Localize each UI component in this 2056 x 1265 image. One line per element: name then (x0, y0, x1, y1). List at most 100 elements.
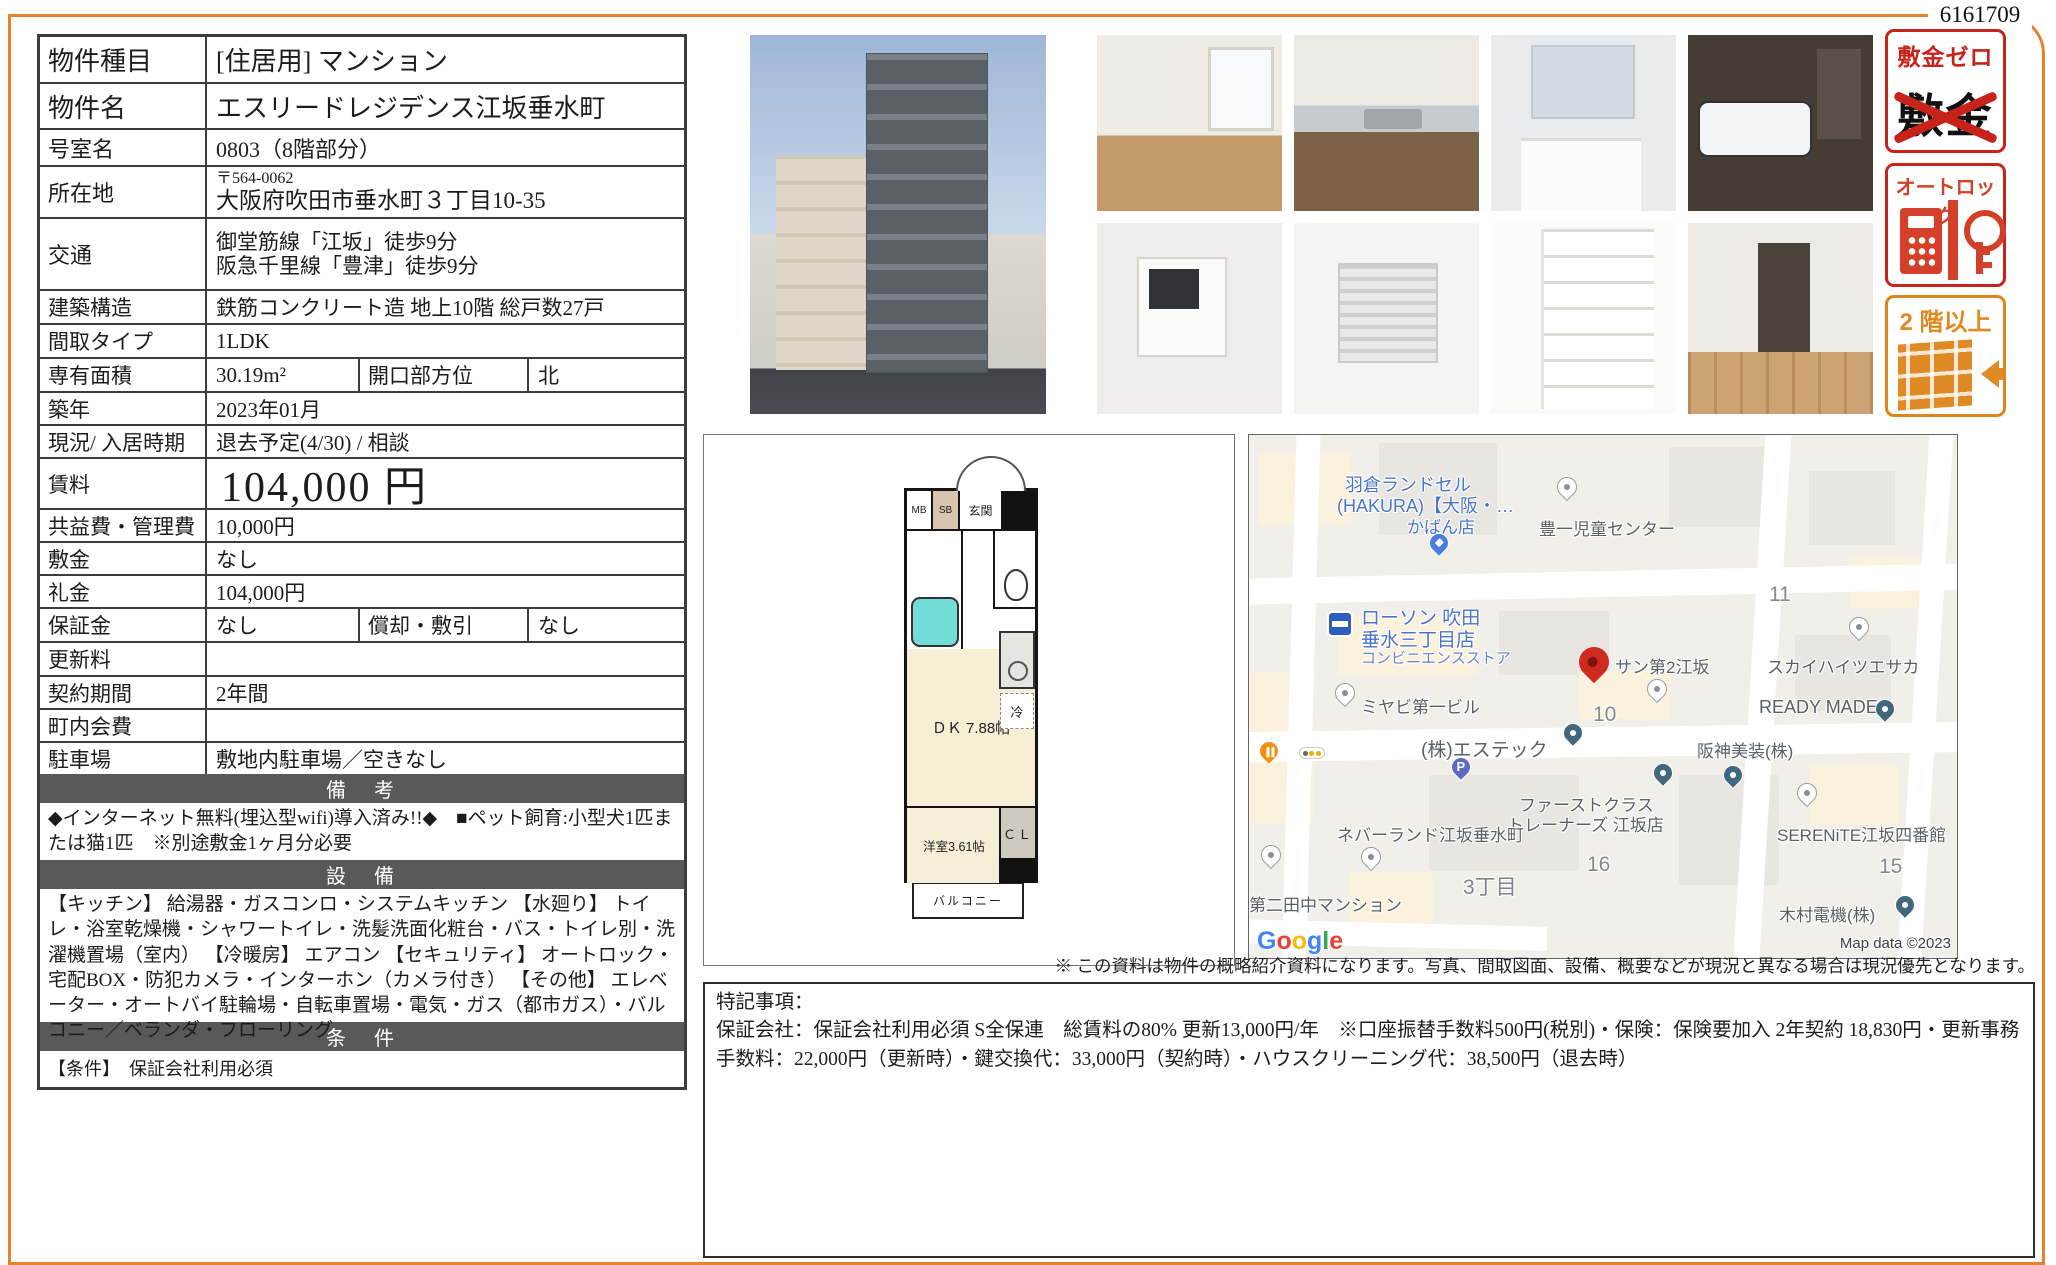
window (1208, 47, 1274, 131)
badge-second-floor-up: 2 階以上 (1885, 295, 2006, 417)
photo-kitchen (1294, 35, 1479, 211)
row-label: 現況/ 入居時期 (40, 426, 207, 457)
table-row: 契約期間 2年間 (40, 675, 684, 708)
badge-no-deposit-title: 敷金ゼロ (1888, 38, 2003, 72)
remarks-text: ◆インターネット無料(埋込型wifi)導入済み!!◆ ■ペット飼育:小型犬1匹ま… (40, 803, 684, 860)
row-value (207, 643, 684, 675)
conditions-text: 【条件】 保証会社利用必須 (40, 1051, 684, 1087)
row-value: 鉄筋コンクリート造 地上10階 総戸数27戸 (207, 291, 684, 323)
map-pin-lawson-icon (1327, 611, 1353, 637)
map-pin-icon (1553, 473, 1581, 501)
key-tooth (1983, 262, 1992, 268)
map-pin-icon (1357, 843, 1385, 871)
address: 大阪府吹田市垂水町３丁目10-35 (216, 188, 546, 214)
row-label: 更新料 (40, 643, 207, 675)
photo-intercom (1097, 223, 1282, 414)
equipment-text: 【キッチン】 給湯器・ガスコンロ・システムキッチン 【水廻り】 トイレ・浴室乾燥… (40, 889, 684, 1022)
row-label: 保証金 (40, 609, 207, 641)
entrance-door-arc (956, 456, 1026, 492)
table-row: 間取タイプ 1LDK (40, 323, 684, 357)
divider-bar (1948, 200, 1958, 280)
intercom-icon (1900, 208, 1942, 274)
row-label: 町内会費 (40, 710, 207, 741)
row-value: 10,000円 (207, 510, 684, 541)
photo-shoe-storage (1491, 223, 1676, 414)
map-label: トレーナーズ 江坂店 (1507, 811, 1664, 836)
crossed-deposit: 敷金 (1898, 80, 1994, 146)
intercom-buttons (1907, 235, 1935, 267)
photo-living-room (1097, 35, 1282, 211)
main-building (866, 53, 988, 373)
map-label: ミヤビ第一ビル (1361, 693, 1480, 718)
entrance-label: 玄関 (960, 491, 1001, 529)
special-notes-box: 特記事項： 保証会社：保証会社利用必須 S全保連 総賃料の80% 更新13,00… (703, 982, 2035, 1258)
traffic-dot (1316, 751, 1321, 756)
table-row: 礼金 104,000円 (40, 574, 684, 607)
logo-letter: o (1292, 927, 1307, 955)
logo-letter: e (1329, 927, 1343, 955)
badge-auto-lock: オートロック (1885, 163, 2006, 287)
map-block-number: 11 (1769, 583, 1791, 607)
logo-letter: G (1257, 927, 1276, 955)
row-label: 敷金 (40, 543, 207, 574)
map-label: 木村電機(株) (1779, 901, 1875, 926)
photo-washbasin (1491, 35, 1676, 211)
postal-code: 〒564-0062 (216, 170, 293, 188)
bathtub (1698, 101, 1812, 157)
top-band: MB SB 玄関 (907, 491, 1035, 531)
mirror (1531, 45, 1635, 119)
disclaimer-text: ※ この資料は物件の概略紹介資料になります。写真、間取図面、設備、概要などが現況… (1055, 953, 2035, 978)
map-label: 3丁目 (1463, 871, 1517, 901)
table-row: 物件種目 [住居用] マンション (40, 37, 684, 82)
row-label: 物件種目 (40, 37, 207, 82)
photo-hallway (1688, 223, 1873, 414)
table-row: 建築構造 鉄筋コンクリート造 地上10階 総戸数27戸 (40, 289, 684, 323)
transit-line-2: 阪急千里線「豊津」徒歩9分 (216, 254, 479, 278)
bedroom: 洋室3.61帖 (907, 806, 1001, 883)
map-block-number: 15 (1879, 855, 1902, 879)
row-label: 賃料 (40, 459, 207, 508)
google-logo: Google (1257, 927, 1343, 956)
traffic-dot (1303, 751, 1308, 756)
notes-body: 保証会社：保証会社利用必須 S全保連 総賃料の80% 更新13,000円/年 ※… (716, 1017, 2022, 1074)
map-label: 阪神美装(株) (1697, 737, 1793, 762)
map-label: ネバーランド江坂垂水町 (1337, 821, 1524, 846)
remarks-header: 備 考 (40, 774, 684, 803)
map-building (1809, 765, 1899, 825)
row-value: なし (207, 609, 358, 641)
table-row: 物件名 エスリードレジデンス江坂垂水町 (40, 82, 684, 128)
map-pin-icon (1331, 679, 1359, 707)
row-label: 築年 (40, 393, 207, 424)
row-label: 礼金 (40, 576, 207, 607)
neighbor-building (776, 155, 866, 370)
closet: ＣＬ (999, 806, 1035, 858)
map-pin-icon (1649, 759, 1677, 787)
row-value: なし (207, 543, 684, 574)
intercom-slot (1908, 216, 1934, 228)
sink-circle (1008, 661, 1028, 681)
table-row: 専有面積 30.19m² 開口部方位 北 (40, 357, 684, 391)
equipment-header: 設 備 (40, 860, 684, 889)
row-value: 御堂筋線「江坂」徒歩9分 阪急千里線「豊津」徒歩9分 (207, 219, 684, 289)
map-label: READY MADE (1759, 697, 1878, 718)
table-row: 所在地 〒564-0062 大阪府吹田市垂水町３丁目10-35 (40, 165, 684, 217)
table-row: 保証金 なし 償却・敷引 なし (40, 607, 684, 641)
photo-building-exterior (706, 35, 1090, 414)
row-label: 交通 (40, 219, 207, 289)
row-value (207, 710, 684, 741)
table-row: 交通 御堂筋線「江坂」徒歩9分 阪急千里線「豊津」徒歩9分 (40, 217, 684, 289)
logo-letter: o (1276, 927, 1291, 955)
row-label: 契約期間 (40, 677, 207, 708)
map-building (1669, 447, 1769, 527)
row-value: 〒564-0062 大阪府吹田市垂水町３丁目10-35 (207, 167, 684, 217)
map-label: サン第2江坂 (1615, 653, 1709, 678)
rent-amount: 104,000 円 (207, 459, 684, 508)
wall-block (999, 858, 1035, 883)
map-label: 第二田中マンション (1249, 891, 1402, 916)
row-value: 104,000円 (207, 576, 684, 607)
key-stem (1976, 242, 1983, 274)
row-value: 1LDK (207, 325, 684, 357)
badge-no-deposit: 敷金ゼロ 敷金 (1885, 29, 2006, 153)
property-flyer-page: 6161709 物件種目 [住居用] マンション 物件名 エスリードレジデンス江… (0, 0, 2056, 1265)
map-label: コンビニエンスストア (1361, 647, 1511, 668)
